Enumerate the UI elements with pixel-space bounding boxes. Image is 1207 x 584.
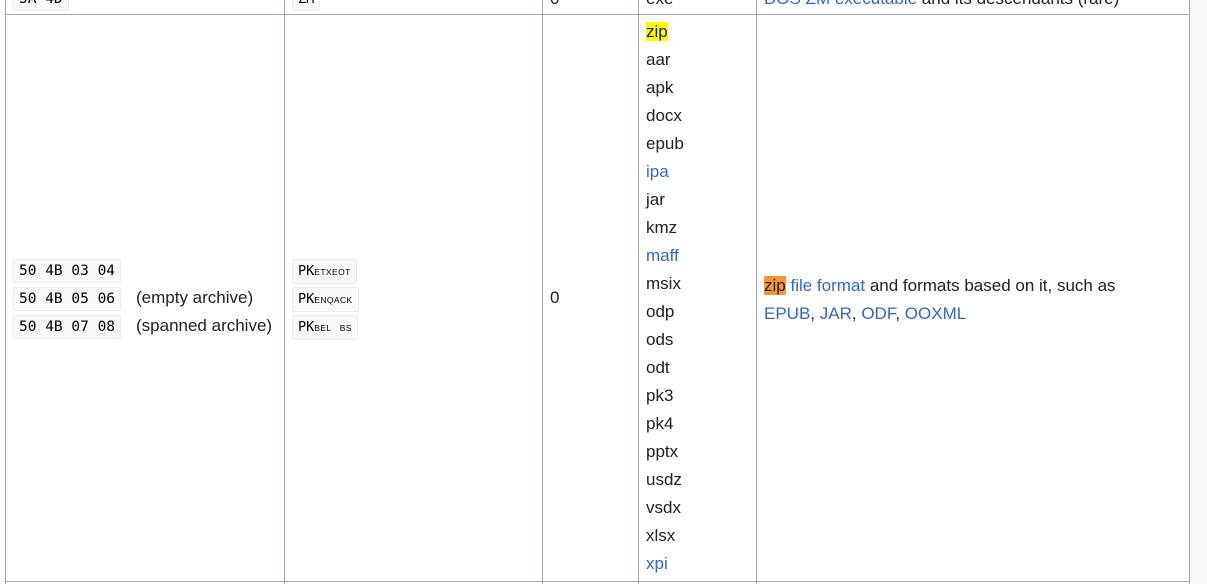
odf-link[interactable]: ODF [861,304,895,323]
dos-zm-link[interactable]: DOS ZM executable [764,0,917,8]
extension-item: zip [646,20,668,44]
row-divider-bottom [5,581,1190,582]
description-text: and formats based on it, such as [869,276,1116,295]
description-partial: DOS ZM executable and its descendants (r… [764,0,1119,10]
control-char: EOT [332,267,351,277]
signature-hex: 50 4B 03 04 [13,259,122,283]
extension-item: pptx [646,442,679,461]
table-border-left [5,0,6,584]
extension-item: apk [646,78,674,97]
control-char: ENQ [314,295,334,305]
extension-item: usdz [646,470,682,489]
column-divider-2 [542,0,543,584]
ascii-representation: PKBEL BS [292,315,358,340]
signature-note: (spanned archive) [136,316,273,335]
extension-item: xlsx [646,526,676,545]
description-partial-text: and its descendants (rare) [922,0,1120,8]
column-divider-4 [756,0,757,584]
control-char: ACK [333,295,353,305]
extension-item: pk3 [646,386,674,405]
column-divider-3 [638,0,639,584]
signature-partial: 5A 4D [13,0,69,11]
signature-hex: 50 4B 07 08 [13,315,122,339]
description: zip file format and formats based on it,… [764,276,1116,323]
extension-item: odt [646,358,670,377]
ascii-representation: PKENQACK [292,287,359,312]
row-divider-top [5,14,1190,15]
extension-item: odp [646,302,675,321]
extension-item: vsdx [646,498,681,517]
extension-item: docx [646,106,682,125]
file-format-link[interactable]: file format [790,276,865,295]
jar-link[interactable]: JAR [820,304,852,323]
extension-link-xpi[interactable]: xpi [646,552,668,576]
ascii-partial: ZM [292,0,321,11]
offset-value: 0 [550,288,560,307]
extension-item: ods [646,330,674,349]
table-border-right [1189,0,1190,584]
extension-link-ipa[interactable]: ipa [646,160,669,184]
ascii-representation: PKETXEOT [292,259,357,284]
signature-hex: 50 4B 05 06 [13,287,122,311]
column-divider-1 [284,0,285,584]
signature-note: (empty archive) [136,288,254,307]
extension-item: jar [646,190,665,209]
search-highlight: zip [646,22,668,41]
extension-partial: exe [646,0,673,10]
offset-partial: 0 [550,0,559,10]
extension-link-maff[interactable]: maff [646,244,679,268]
scroll-track[interactable] [1190,0,1207,584]
control-char: ETX [314,267,332,277]
extension-item: msix [646,274,681,293]
extension-item: pk4 [646,414,674,433]
extension-item: epub [646,134,684,153]
epub-link[interactable]: EPUB [764,304,810,323]
search-highlight-current: zip [764,276,786,295]
ooxml-link[interactable]: OOXML [905,304,966,323]
control-char: BEL [314,323,332,333]
control-char: BS [339,323,352,333]
extension-item: aar [646,50,671,69]
extension-item: kmz [646,218,678,237]
